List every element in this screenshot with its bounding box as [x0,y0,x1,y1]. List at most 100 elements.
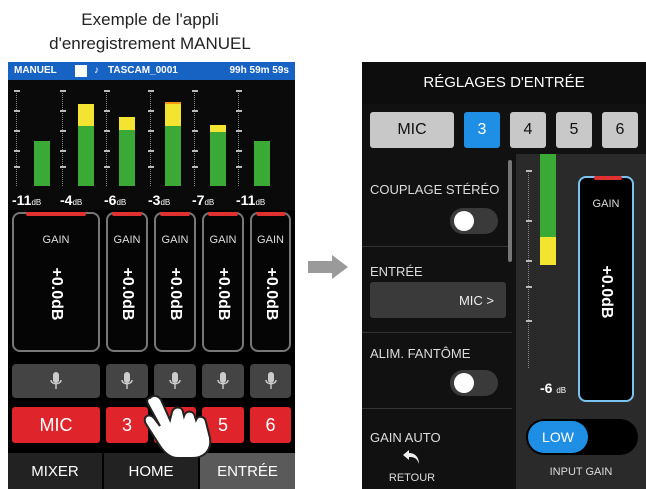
tick [148,166,154,168]
meter-scale [104,90,114,186]
phantom-power-label: ALIM. FANTÔME [370,346,471,361]
divider [362,332,512,333]
gain-value: +0.0dB [262,267,280,321]
clip-indicator [594,176,622,180]
meter-scale [148,90,158,186]
back-button[interactable]: RETOUR [362,440,512,489]
tick [148,110,154,112]
stereo-link-toggle[interactable] [450,208,498,234]
tab-channel-4[interactable]: 4 [510,112,546,148]
clip-indicator [26,212,86,216]
tick [526,320,532,322]
clip-indicator [208,212,238,216]
input-source-button[interactable]: 6 [250,407,291,443]
input-label: ENTRÉE [370,264,423,279]
divider [362,246,512,247]
tick [192,90,198,92]
level-meter-bar [119,80,135,186]
remaining-time: 99h 59m 59s [229,65,290,76]
tick [14,166,20,168]
level-db-label: -6dB [104,192,126,208]
tick [526,286,532,288]
gain-title: GAIN [257,234,284,246]
channel-tabs: MIC 3 4 5 6 [370,112,646,148]
clip-indicator [112,212,142,216]
level-value: -11 [12,192,32,208]
gain-value: +0.0dB [48,267,65,321]
level-unit: dB [160,198,171,207]
input-level-db: -6 dB [540,380,566,396]
level-db-label: -4dB [60,192,82,208]
tick [104,150,110,152]
tick [236,130,242,132]
status-bar: MANUEL ♪ TASCAM_0001 99h 59m 59s [8,62,295,80]
level-meter-bar [210,80,226,186]
level-value: -3 [148,192,161,208]
mic-select-button[interactable] [12,364,100,398]
tick [148,90,154,92]
level-unit: dB [204,198,215,207]
level-unit: dB [556,386,567,395]
tab-channel-6[interactable]: 6 [602,112,638,148]
input-select-button[interactable]: MIC > [370,282,506,318]
tick [526,220,532,222]
level-db-label: -3dB [148,192,170,208]
gain-fader[interactable]: GAIN +0.0dB [202,212,244,352]
tick [192,166,198,168]
tick [60,110,66,112]
tick [14,90,20,92]
gain-fader[interactable]: GAIN +0.0dB [106,212,148,352]
tab-channel-3[interactable]: 3 [464,112,500,148]
manual-recording-app: MANUEL ♪ TASCAM_0001 99h 59m 59s -11dB -4… [8,62,295,489]
gain-fader[interactable]: GAIN +0.0dB [250,212,291,352]
input-gain-low: LOW [528,421,588,453]
meter-scale [526,170,534,368]
meter-yellow [540,236,556,266]
mic-select-button[interactable] [250,364,291,398]
tick [14,150,20,152]
phantom-power-toggle[interactable] [450,370,498,396]
toggle-knob [454,373,474,393]
input-gain-toggle[interactable]: LOW [526,419,638,455]
meter-scale [14,90,24,186]
meter-yellow [78,104,94,126]
music-note-icon: ♪ [94,65,99,76]
gain-fader[interactable]: GAIN +0.0dB [12,212,100,352]
stereo-link-label: COUPLAGE STÉRÉO [370,182,500,197]
microphone-icon [50,372,62,389]
level-meter-bar [78,80,94,186]
gain-fader[interactable]: GAIN +0.0dB [154,212,196,352]
input-source-button[interactable]: MIC [12,407,100,443]
scrollbar[interactable] [508,160,512,262]
gain-panel: -6 dB GAIN +0.0dB LOW INPUT GAIN [516,154,646,489]
arrow-right-icon [308,255,348,279]
level-unit: dB [72,198,83,207]
record-status-box [75,65,87,77]
level-db-label: -7dB [192,192,214,208]
file-name: TASCAM_0001 [108,65,178,76]
caption-line-1: Exemple de l'appli [81,10,219,29]
tick [14,110,20,112]
meter-yellow [119,116,135,131]
gain-fader[interactable]: GAIN +0.0dB [578,176,634,402]
tick [104,166,110,168]
gain-value: +0.0dB [598,265,615,319]
tab-mic[interactable]: MIC [370,112,454,148]
tick [192,150,198,152]
meter-orange [165,101,181,104]
tab-mixer[interactable]: MIXER [8,453,102,489]
tab-channel-5[interactable]: 5 [556,112,592,148]
tick [192,110,198,112]
tick [14,130,20,132]
meter-green [165,125,181,186]
caption: Exemple de l'appli d'enregistrement MANU… [0,8,300,56]
meter-green [254,140,270,186]
level-meter-bar [165,80,181,186]
tick [526,170,532,172]
divider [362,408,512,409]
tick [60,150,66,152]
back-label: RETOUR [388,472,436,484]
microphone-icon [217,372,229,389]
meter-green [78,125,94,186]
level-unit: dB [255,198,266,207]
